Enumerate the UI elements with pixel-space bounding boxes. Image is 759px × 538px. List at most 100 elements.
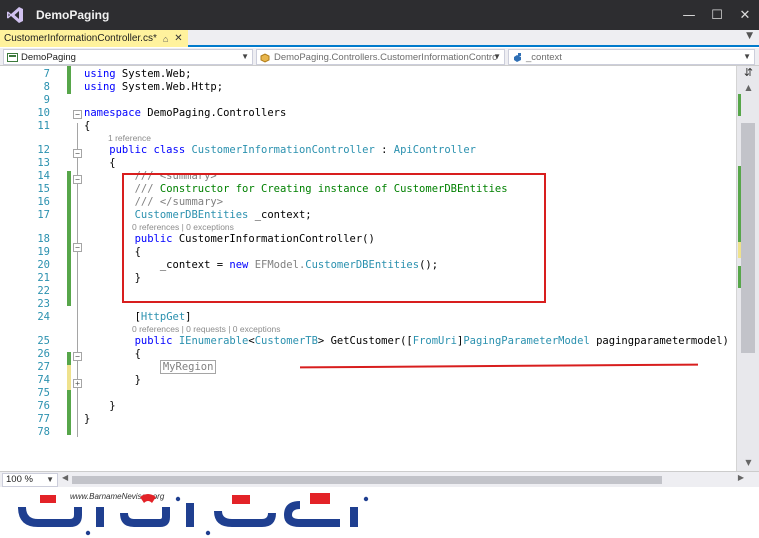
code-line[interactable]: 26 { [0,348,736,361]
code-lens-info[interactable]: 0 references | 0 requests | 0 exceptions [132,323,281,335]
scrollbar-change-mark [738,94,741,116]
line-number: 10 [37,107,50,119]
tab-close-icon[interactable]: ✕ [174,33,182,44]
collapsed-region[interactable]: MyRegion [159,360,217,374]
barnamenevisan-logo-icon [18,493,369,536]
member-name: _context [526,51,562,63]
field-icon [514,52,521,62]
chevron-down-icon: ▼ [241,52,249,61]
code-token: : [374,144,394,156]
line-number: 25 [37,335,50,347]
code-token: } [84,400,116,412]
line-number: 7 [43,68,50,80]
member-dropdown[interactable]: _context ▼ [508,49,755,65]
line-number: 21 [37,272,50,284]
code-text: } [84,374,141,387]
line-number: 18 [37,233,50,245]
code-editor[interactable]: − − − − − + 7 using System.Web; 8 using Sys… [0,66,736,471]
type-dropdown[interactable]: DemoPaging.Controllers.CustomerInformati… [256,49,505,65]
line-number: 14 [37,170,50,182]
line-number: 24 [37,311,50,323]
csharp-project-icon [7,52,18,62]
code-token: namespace [84,107,141,119]
code-text: { [84,157,116,170]
scroll-down-icon[interactable]: ▼ [741,458,756,467]
chevron-down-icon: ▼ [743,52,751,61]
maximize-button[interactable]: ☐ [703,0,731,30]
code-token: CustomerInformationController [185,144,375,156]
code-text: using System.Web; [84,68,191,81]
code-token: ] [185,311,192,323]
code-text: public IEnumerable<CustomerTB> GetCustom… [84,335,729,348]
code-text: } [84,400,116,413]
line-number: 78 [37,426,50,438]
vertical-scroll-thumb[interactable] [741,123,755,353]
navigation-bar: DemoPaging ▼ DemoPaging.Controllers.Cust… [0,48,759,66]
vertical-scrollbar[interactable]: ⇵ ▲ ▼ [736,66,759,471]
line-number: 12 [37,144,50,156]
scroll-up-icon[interactable]: ▲ [741,83,756,92]
horizontal-scrollbar[interactable]: ◀ ▶ [62,473,744,486]
minimize-button[interactable]: — [675,0,703,30]
code-line[interactable]: 24 [HttpGet] [0,311,736,324]
title-bar: DemoPaging — ☐ ✕ [0,0,759,30]
code-token: public [84,335,173,347]
code-token: public [84,144,148,156]
chevron-down-icon: ▼ [493,52,501,61]
zoom-level: 100 % [6,474,33,485]
tab-customer-information-controller[interactable]: CustomerInformationController.cs* ⌂ ✕ [0,30,188,47]
code-line[interactable]: 13 { [0,157,736,170]
line-number: 17 [37,209,50,221]
window-title: DemoPaging [36,8,110,22]
code-line[interactable]: 76 } [0,400,736,413]
line-number: 9 [43,94,50,106]
code-token: } [84,413,91,425]
line-number: 76 [37,400,50,412]
horizontal-scroll-thumb[interactable] [72,476,662,484]
close-button[interactable]: ✕ [731,0,759,30]
split-window-icon[interactable]: ⇵ [741,66,756,81]
zoom-dropdown[interactable]: 100 % ▼ [2,473,58,487]
line-number: 16 [37,196,50,208]
code-line[interactable]: 9 [0,94,736,107]
line-number: 27 [37,361,50,373]
highlight-rectangle [122,173,546,303]
code-token: pagingparametermodel) [589,335,729,347]
code-token: } [84,374,141,386]
code-token: ApiController [393,144,476,156]
pin-icon[interactable]: ⌂ [163,34,168,44]
code-token: { [84,157,116,169]
code-token: HttpGet [140,311,186,323]
code-token: System.Web; [115,68,192,80]
line-number: 20 [37,259,50,271]
line-number: 8 [43,81,50,93]
scroll-right-icon[interactable]: ▶ [738,473,744,482]
code-token: CustomerTB [254,335,318,347]
code-token: using [84,68,116,80]
code-token: { [84,348,141,360]
visual-studio-logo-icon [0,0,30,30]
code-line[interactable]: 74 } [0,374,736,387]
code-line[interactable]: 78 [0,426,736,439]
code-line[interactable]: 25 public IEnumerable<CustomerTB> GetCus… [0,335,736,348]
code-lens-info[interactable]: 1 reference [108,132,151,144]
code-line[interactable]: 75 [0,387,736,400]
document-tab-strip: CustomerInformationController.cs* ⌂ ✕ ▼ [0,30,759,47]
scroll-left-icon[interactable]: ◀ [62,473,68,482]
code-line[interactable]: 8 using System.Web.Http; [0,81,736,94]
code-line[interactable]: 12 public class CustomerInformationContr… [0,144,736,157]
code-token: using [84,81,116,93]
code-line[interactable]: 7 using System.Web; [0,68,736,81]
line-number: 13 [37,157,50,169]
code-line[interactable]: 77} [0,413,736,426]
code-text: } [84,413,90,426]
tab-list-dropdown-icon[interactable]: ▼ [746,31,753,41]
code-token: { [84,120,91,132]
line-number: 74 [37,374,50,386]
code-token: FromUri [412,335,458,347]
code-token: IEnumerable [172,335,249,347]
line-number: 77 [37,413,50,425]
code-line[interactable]: 10 namespace DemoPaging.Controllers [0,107,736,120]
project-dropdown[interactable]: DemoPaging ▼ [3,49,253,65]
line-number: 15 [37,183,50,195]
